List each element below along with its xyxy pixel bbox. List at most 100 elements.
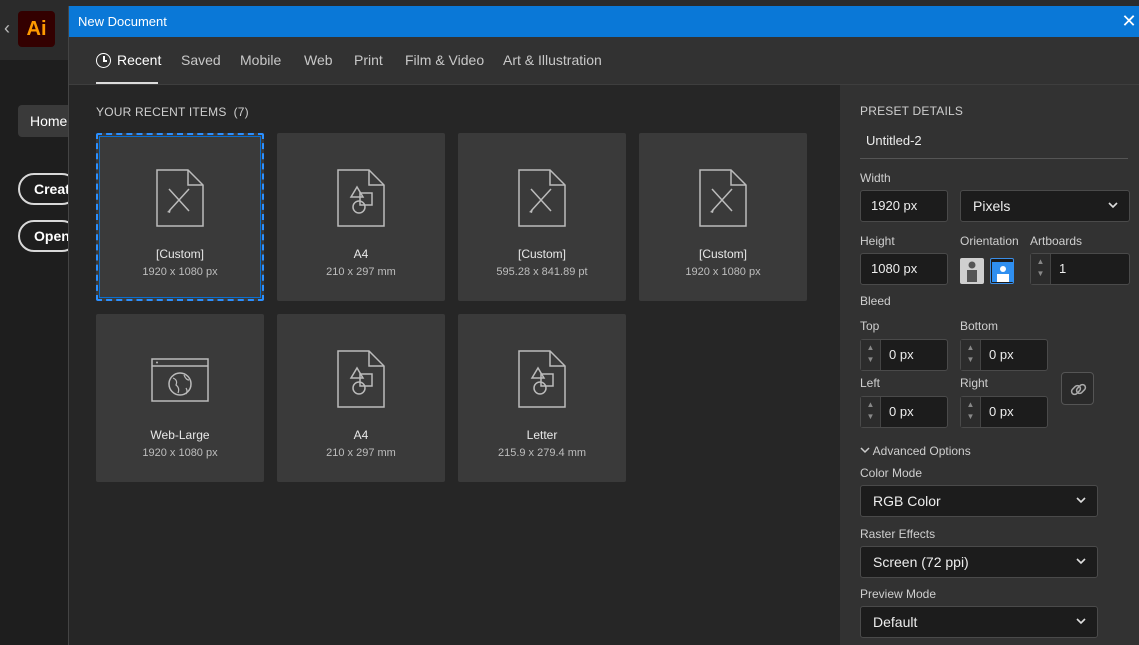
tab-recent-label: Recent bbox=[117, 52, 162, 68]
width-field[interactable]: 1920 px bbox=[860, 190, 948, 222]
new-document-dialog: New Document ✕ Recent Saved Mobile Web P… bbox=[68, 6, 1139, 645]
document-name-field[interactable]: Untitled-2 bbox=[860, 127, 1128, 159]
bleed-left-stepper[interactable]: ▲ ▼ 0 px bbox=[860, 396, 948, 428]
raster-effects-value: Screen (72 ppi) bbox=[873, 554, 969, 570]
preset-name: [Custom] bbox=[517, 247, 566, 261]
print-doc-icon bbox=[337, 350, 385, 408]
color-mode-label: Color Mode bbox=[860, 466, 923, 480]
clock-icon bbox=[96, 53, 111, 68]
preset-dims: 215.9 x 279.4 mm bbox=[497, 447, 587, 459]
stepper-arrows-icon[interactable]: ▲ ▼ bbox=[1031, 254, 1051, 284]
color-mode-value: RGB Color bbox=[873, 493, 941, 509]
preset-card[interactable]: [Custom] 595.28 x 841.89 pt bbox=[458, 133, 626, 301]
preset-card[interactable]: A4 210 x 297 mm bbox=[277, 133, 445, 301]
preset-card[interactable]: A4 210 x 297 mm bbox=[277, 314, 445, 482]
illustrator-logo: Ai bbox=[18, 11, 55, 47]
bleed-right-value: 0 px bbox=[989, 404, 1014, 419]
stepper-arrows-icon[interactable]: ▲ ▼ bbox=[861, 340, 881, 370]
preset-details-heading: PRESET DETAILS bbox=[860, 104, 964, 118]
tab-mobile[interactable]: Mobile bbox=[240, 52, 281, 68]
tab-web[interactable]: Web bbox=[304, 52, 333, 68]
back-chevron-icon[interactable]: ‹ bbox=[4, 18, 10, 39]
artboards-stepper[interactable]: ▲ ▼ 1 bbox=[1030, 253, 1130, 285]
raster-effects-select[interactable]: Screen (72 ppi) bbox=[860, 546, 1098, 578]
tab-print[interactable]: Print bbox=[354, 52, 383, 68]
preset-details-panel: PRESET DETAILS Untitled-2 Width 1920 px … bbox=[840, 85, 1139, 645]
preset-card[interactable]: [Custom] 1920 x 1080 px bbox=[639, 133, 807, 301]
stepper-arrows-icon[interactable]: ▲ ▼ bbox=[861, 397, 881, 427]
height-label: Height bbox=[860, 234, 895, 248]
preview-mode-label: Preview Mode bbox=[860, 587, 937, 601]
close-icon[interactable]: ✕ bbox=[1121, 6, 1137, 37]
home-button[interactable]: Home bbox=[18, 105, 74, 137]
preset-dims: 1920 x 1080 px bbox=[142, 266, 218, 278]
preset-name: Web-Large bbox=[150, 428, 210, 442]
portrait-orientation-button[interactable] bbox=[960, 258, 984, 284]
chevron-down-icon bbox=[1108, 202, 1118, 209]
bleed-bottom-value: 0 px bbox=[989, 347, 1014, 362]
bleed-bottom-stepper[interactable]: ▲ ▼ 0 px bbox=[960, 339, 1048, 371]
preset-dims: 1920 x 1080 px bbox=[142, 447, 218, 459]
artboards-value: 1 bbox=[1059, 261, 1067, 276]
units-value: Pixels bbox=[973, 198, 1011, 214]
bleed-left-label: Left bbox=[860, 376, 881, 390]
landscape-orientation-button[interactable] bbox=[990, 258, 1014, 284]
preview-mode-select[interactable]: Default bbox=[860, 606, 1098, 638]
advanced-options-toggle[interactable]: Advanced Options bbox=[860, 444, 971, 458]
orientation-label: Orientation bbox=[960, 234, 1019, 248]
preset-name: [Custom] bbox=[155, 247, 204, 261]
artboards-label: Artboards bbox=[1030, 234, 1083, 248]
preset-dims: 1920 x 1080 px bbox=[685, 266, 761, 278]
advanced-options-label: Advanced Options bbox=[872, 444, 971, 458]
preview-mode-value: Default bbox=[873, 614, 918, 630]
tab-saved[interactable]: Saved bbox=[181, 52, 221, 68]
dialog-titlebar: New Document bbox=[69, 6, 1139, 37]
units-select[interactable]: Pixels bbox=[960, 190, 1130, 222]
bleed-right-label: Right bbox=[960, 376, 989, 390]
recent-items-count: (7) bbox=[233, 105, 249, 119]
print-doc-icon bbox=[337, 169, 385, 227]
custom-doc-icon bbox=[156, 169, 204, 227]
link-bleed-button[interactable] bbox=[1061, 372, 1094, 405]
dialog-title: New Document bbox=[78, 14, 167, 29]
preset-tabs: Recent Saved Mobile Web Print Film & Vid… bbox=[69, 37, 1139, 85]
link-icon bbox=[1070, 383, 1087, 396]
tab-recent[interactable]: Recent bbox=[96, 52, 161, 68]
preset-card[interactable]: [Custom] 1920 x 1080 px bbox=[96, 133, 264, 301]
chevron-down-icon bbox=[1076, 497, 1086, 504]
color-mode-select[interactable]: RGB Color bbox=[860, 485, 1098, 517]
custom-doc-icon bbox=[699, 169, 747, 227]
bleed-label: Bleed bbox=[860, 294, 891, 308]
bleed-top-label: Top bbox=[860, 319, 880, 333]
stepper-arrows-icon[interactable]: ▲ ▼ bbox=[961, 397, 981, 427]
width-label: Width bbox=[860, 171, 891, 185]
preset-card[interactable]: Web-Large 1920 x 1080 px bbox=[96, 314, 264, 482]
preset-name: [Custom] bbox=[698, 247, 747, 261]
recent-items-pane: YOUR RECENT ITEMS (7) [Custom] 1920 x 10… bbox=[69, 85, 840, 645]
stepper-arrows-icon[interactable]: ▲ ▼ bbox=[961, 340, 981, 370]
chevron-down-icon bbox=[860, 447, 870, 454]
bleed-bottom-label: Bottom bbox=[960, 319, 999, 333]
chevron-down-icon bbox=[1076, 618, 1086, 625]
chevron-down-icon bbox=[1076, 558, 1086, 565]
preset-dims: 595.28 x 841.89 pt bbox=[496, 266, 588, 278]
preset-name: A4 bbox=[353, 247, 369, 261]
print-doc-icon bbox=[518, 350, 566, 408]
raster-effects-label: Raster Effects bbox=[860, 527, 936, 541]
bleed-top-value: 0 px bbox=[889, 347, 914, 362]
height-field[interactable]: 1080 px bbox=[860, 253, 948, 285]
preset-dims: 210 x 297 mm bbox=[326, 266, 396, 278]
web-doc-icon bbox=[151, 358, 209, 402]
preset-name: A4 bbox=[353, 428, 369, 442]
custom-doc-icon bbox=[518, 169, 566, 227]
preset-card[interactable]: Letter 215.9 x 279.4 mm bbox=[458, 314, 626, 482]
tab-film-video[interactable]: Film & Video bbox=[405, 52, 484, 68]
portrait-icon bbox=[967, 261, 977, 282]
bleed-right-stepper[interactable]: ▲ ▼ 0 px bbox=[960, 396, 1048, 428]
tab-art-illustration[interactable]: Art & Illustration bbox=[503, 52, 602, 68]
bleed-left-value: 0 px bbox=[889, 404, 914, 419]
bleed-top-stepper[interactable]: ▲ ▼ 0 px bbox=[860, 339, 948, 371]
preset-dims: 210 x 297 mm bbox=[326, 447, 396, 459]
preset-name: Letter bbox=[526, 428, 558, 442]
recent-items-heading: YOUR RECENT ITEMS (7) bbox=[96, 105, 249, 119]
